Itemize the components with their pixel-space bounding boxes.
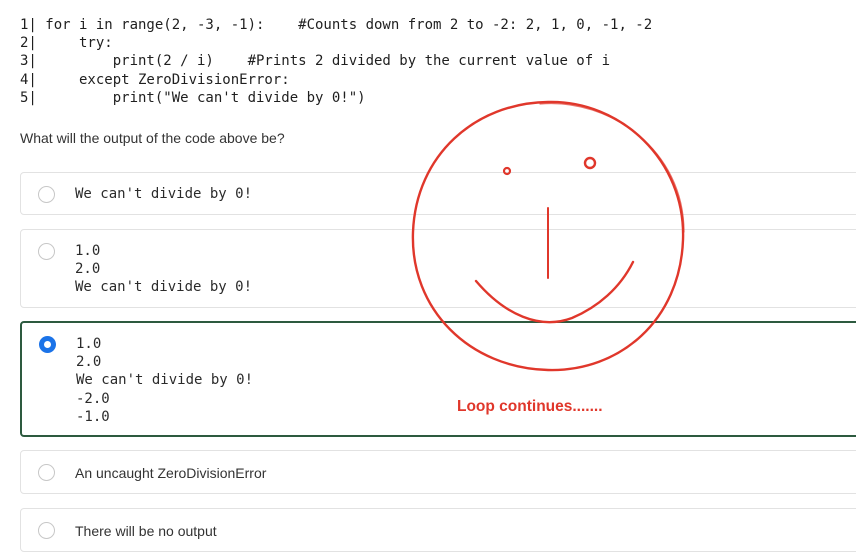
radio-button-checked[interactable] — [39, 336, 56, 353]
answer-option-3[interactable]: 1.0 2.0 We can't divide by 0! -2.0 -1.0 — [20, 321, 856, 437]
code-line: 1| for i in range(2, -3, -1): #Counts do… — [20, 17, 653, 33]
radio-button[interactable] — [38, 522, 55, 539]
answer-option-4[interactable]: An uncaught ZeroDivisionError — [20, 450, 856, 494]
option-label: 1.0 2.0 We can't divide by 0! — [75, 243, 253, 296]
code-line: 3| print(2 / i) #Prints 2 divided by the… — [20, 53, 611, 70]
option-label: An uncaught ZeroDivisionError — [75, 465, 267, 481]
code-snippet: 1| for i in range(2, -3, -1): #Counts do… — [20, 16, 652, 107]
loop-continues-annotation: Loop continues....... — [457, 398, 603, 415]
code-line: 4| except ZeroDivisionError: — [20, 71, 290, 88]
code-line: 5| print("We can't divide by 0!") — [20, 89, 366, 106]
radio-button[interactable] — [38, 464, 55, 481]
option-label: There will be no output — [75, 523, 217, 539]
radio-button[interactable] — [38, 186, 55, 203]
answer-option-1[interactable]: We can't divide by 0! — [20, 172, 856, 215]
radio-button[interactable] — [38, 243, 55, 260]
answer-option-5[interactable]: There will be no output — [20, 508, 856, 552]
right-eye — [583, 156, 597, 170]
code-line: 2| try: — [20, 35, 113, 52]
question-text: What will the output of the code above b… — [20, 130, 285, 146]
option-label: 1.0 2.0 We can't divide by 0! -2.0 -1.0 — [76, 336, 254, 425]
answer-option-2[interactable]: 1.0 2.0 We can't divide by 0! — [20, 229, 856, 308]
option-label: We can't divide by 0! — [75, 186, 253, 202]
